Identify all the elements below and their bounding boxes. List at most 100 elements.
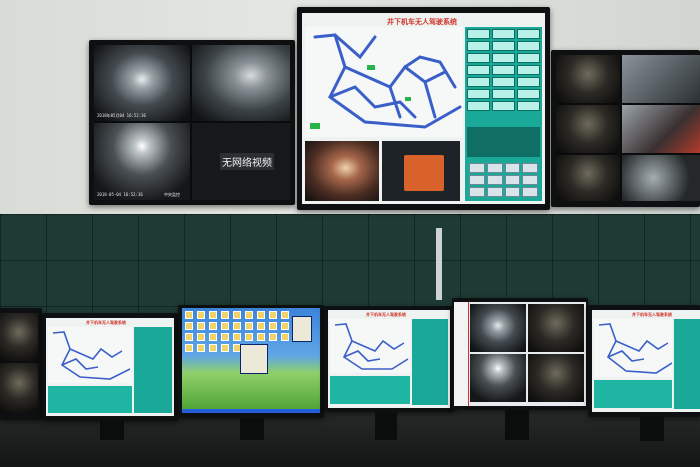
desktop-icon[interactable]: [281, 322, 289, 330]
desktop-icon[interactable]: [221, 322, 229, 330]
track-map-svg: [598, 323, 673, 374]
camera-feed-6[interactable]: [622, 155, 700, 201]
control-button[interactable]: [486, 187, 503, 197]
top-right-monitor: [551, 50, 700, 207]
desktop-icon[interactable]: [257, 333, 265, 341]
camera-feed[interactable]: [0, 363, 38, 413]
camera-feed-1[interactable]: 2018年05月04 16:52:36: [94, 45, 190, 121]
status-cell: [492, 101, 515, 111]
cam-tunnel-small[interactable]: [305, 141, 379, 201]
camera-grid-screen: 2018年05月04 16:52:36 2018-05-04 16:52:36 …: [94, 45, 290, 200]
desktop-icon[interactable]: [197, 344, 205, 352]
desktop-icon[interactable]: [209, 333, 217, 341]
desktop-icon[interactable]: [245, 333, 253, 341]
station-marker: [310, 123, 320, 129]
bottom-monitor-1: [0, 308, 42, 420]
system-title: 井下机车无人驾驶系统: [366, 312, 406, 317]
control-button[interactable]: [504, 187, 521, 197]
camera-feed-2[interactable]: [622, 55, 700, 103]
camera-feed-3[interactable]: [470, 354, 526, 402]
locomotive-marker: [405, 97, 411, 101]
desktop-icon[interactable]: [233, 333, 241, 341]
dialog-window[interactable]: [240, 344, 268, 374]
monitor-stand: [240, 418, 264, 440]
control-button[interactable]: [504, 175, 521, 185]
track-map[interactable]: [305, 27, 463, 137]
status-panel: [412, 319, 448, 405]
desktop-icon[interactable]: [281, 333, 289, 341]
track-map[interactable]: [594, 319, 673, 377]
system-screen: 井下机车无人驾驶系统: [592, 310, 700, 412]
desktop-icon[interactable]: [209, 311, 217, 319]
side-window[interactable]: [292, 316, 312, 342]
status-cell: [467, 53, 490, 63]
status-cell: [492, 65, 515, 75]
control-button[interactable]: [522, 187, 538, 197]
desktop-icon[interactable]: [185, 344, 193, 352]
status-cell: [517, 77, 540, 87]
control-button[interactable]: [486, 175, 503, 185]
control-button[interactable]: [522, 163, 538, 173]
camera-grid-screen: [454, 302, 586, 406]
camera-feed-4[interactable]: [622, 105, 700, 153]
camera-feed-4[interactable]: [528, 354, 584, 402]
cam-locomotive[interactable]: [382, 141, 460, 201]
track-map[interactable]: [48, 327, 132, 383]
camera-screen: [0, 313, 38, 413]
status-cell: [467, 89, 490, 99]
monitor-stand: [505, 410, 529, 440]
control-button[interactable]: [469, 163, 485, 173]
system-title: 井下机车无人驾驶系统: [387, 18, 457, 26]
track-map[interactable]: [330, 319, 410, 373]
status-cell: [492, 89, 515, 99]
desktop-icon[interactable]: [185, 311, 193, 319]
track-map-svg: [52, 331, 131, 380]
camera-feed-5[interactable]: [556, 155, 620, 201]
camera-feed-3[interactable]: [556, 105, 620, 153]
desktop-icon[interactable]: [197, 311, 205, 319]
desktop-icon[interactable]: [221, 311, 229, 319]
desktop-icon[interactable]: [209, 322, 217, 330]
bottom-monitor-6: 井下机车无人驾驶系统: [588, 305, 700, 417]
track-map-svg: [334, 323, 409, 370]
desktop-icon[interactable]: [245, 311, 253, 319]
desktop-icon[interactable]: [257, 322, 265, 330]
desktop-icon[interactable]: [185, 333, 193, 341]
desktop-icons: [185, 311, 289, 352]
camera-feed-2[interactable]: [528, 304, 584, 352]
status-cell: [517, 29, 540, 39]
top-left-monitor: 2018年05月04 16:52:36 2018-05-04 16:52:36 …: [89, 40, 295, 205]
taskbar[interactable]: [182, 409, 320, 413]
camera-feed[interactable]: [0, 313, 38, 361]
desktop-icon[interactable]: [221, 344, 229, 352]
control-button[interactable]: [469, 175, 485, 185]
track-map-svg: [310, 33, 462, 129]
desktop-icon[interactable]: [233, 311, 241, 319]
desktop-icon[interactable]: [269, 322, 277, 330]
desktop-icon[interactable]: [185, 322, 193, 330]
locomotive-marker: [367, 65, 375, 70]
desktop-icon[interactable]: [233, 322, 241, 330]
camera-feed-1[interactable]: [470, 304, 526, 352]
cam-timestamp: 2018-05-04 16:52:36: [97, 192, 143, 197]
desktop-icon[interactable]: [209, 344, 217, 352]
desktop-icon[interactable]: [281, 311, 289, 319]
control-button[interactable]: [469, 187, 485, 197]
status-cell: [467, 101, 490, 111]
camera-feed-1[interactable]: [556, 55, 620, 103]
control-button[interactable]: [486, 163, 503, 173]
monitor-stand: [640, 417, 664, 441]
desktop-icon[interactable]: [221, 333, 229, 341]
desktop-icon[interactable]: [257, 311, 265, 319]
desktop-icon[interactable]: [197, 333, 205, 341]
control-button[interactable]: [504, 163, 521, 173]
control-button[interactable]: [522, 175, 538, 185]
status-panel: [674, 319, 700, 409]
desktop-icon[interactable]: [269, 311, 277, 319]
camera-feed-2[interactable]: [192, 45, 290, 121]
status-cell: [517, 89, 540, 99]
desktop-icon[interactable]: [197, 322, 205, 330]
camera-feed-3[interactable]: 2018-05-04 16:52:36 中央监控: [94, 123, 190, 200]
desktop-icon[interactable]: [245, 322, 253, 330]
desktop-icon[interactable]: [269, 333, 277, 341]
